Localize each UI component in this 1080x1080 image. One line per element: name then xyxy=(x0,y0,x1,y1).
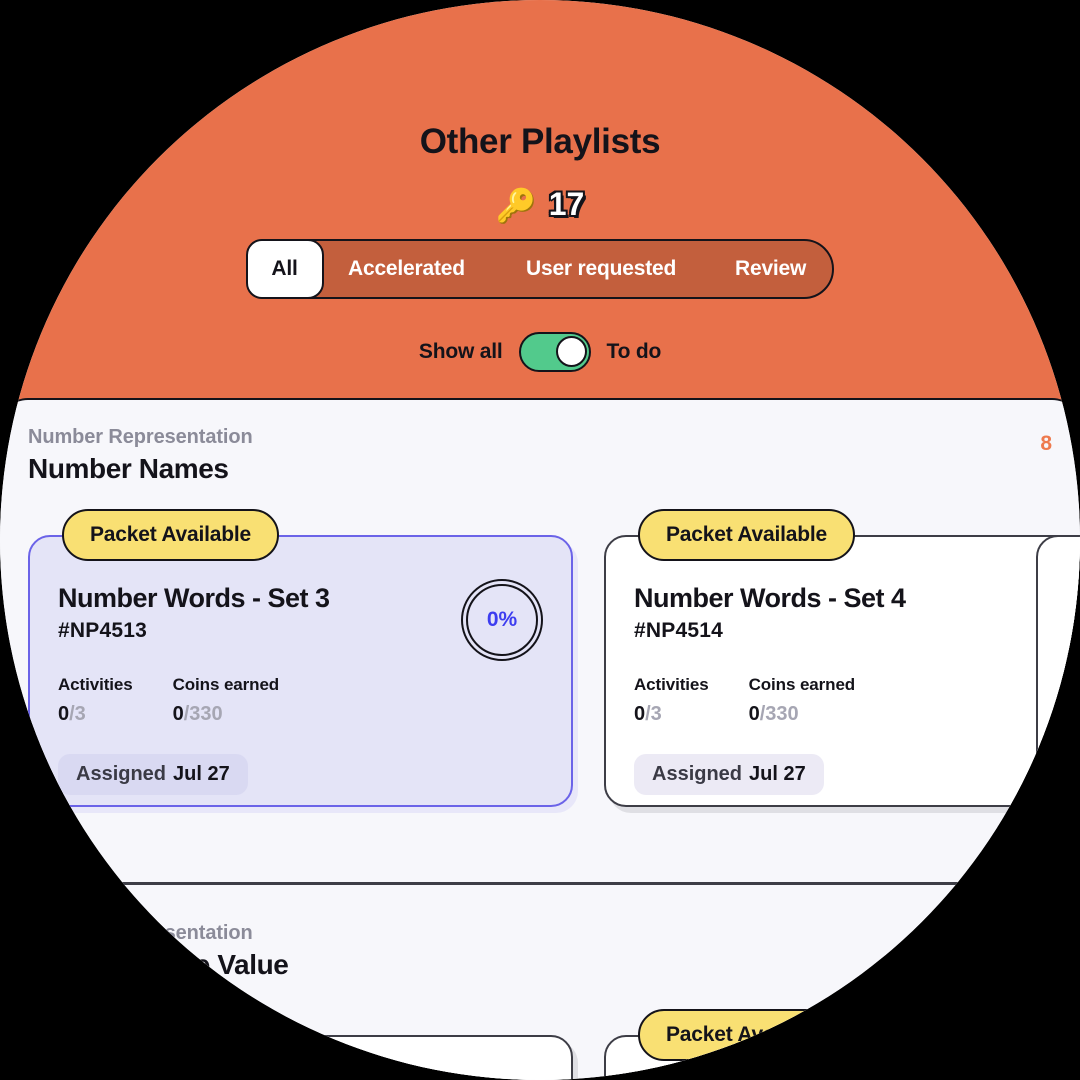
stat-value: 0/3 xyxy=(58,703,133,726)
packet-available-badge: Packet Available xyxy=(638,1009,856,1061)
toggle-label-to-do: To do xyxy=(606,340,662,363)
stat-total: /330 xyxy=(183,703,223,725)
playlist-card-offscreen[interactable] xyxy=(1036,535,1080,807)
page-title: Other Playlists xyxy=(419,122,661,161)
stat-current: 0 xyxy=(172,703,184,725)
stat-value: 0/330 xyxy=(749,703,856,726)
show-all-todo-toggle[interactable] xyxy=(518,332,591,372)
stat-total: /330 xyxy=(759,703,799,725)
tab-all[interactable]: All xyxy=(245,238,324,299)
stat-coins: Coins earned 0/330 xyxy=(749,675,856,726)
tab-user-requested[interactable]: User requested xyxy=(526,257,676,281)
stat-coins: Coins earned 0/330 xyxy=(173,675,280,726)
playlist-sheet: Number Representation Number Names 8 Pac… xyxy=(0,398,1080,1080)
key-count-row: 🔑 17 xyxy=(0,186,1080,223)
group-count-badge: 8 xyxy=(1040,432,1052,455)
stat-total: /3 xyxy=(645,703,662,725)
stat-activities: Activities 0/3 xyxy=(58,675,133,726)
card-stats: Activities 0/3 Coins earned 0/330 xyxy=(58,675,543,726)
screenshot-stage: Other Playlists 🔑 17 All Accelerated Use… xyxy=(0,0,1080,1080)
stat-current: 0 xyxy=(58,703,70,725)
playlist-card[interactable] xyxy=(28,1035,573,1080)
playlist-group-number-names: Number Representation Number Names 8 Pac… xyxy=(0,400,1080,807)
card-title: Number Words - Set 4 xyxy=(634,583,906,613)
assigned-label: Assigned xyxy=(76,763,167,785)
stat-value: 0/330 xyxy=(173,703,280,726)
stat-label: Coins earned xyxy=(172,675,280,694)
group-subtitle: Number Representation xyxy=(28,426,253,448)
key-count-value: 17 xyxy=(548,186,585,222)
playlist-card[interactable]: Packet Available Number Words - Set 4 #N… xyxy=(604,509,1080,807)
stat-label: Coins earned xyxy=(748,675,856,694)
group-title: Number Place Value xyxy=(28,949,289,980)
progress-ring: 0% xyxy=(461,579,543,661)
card-body: Number Words - Set 3 #NP4513 0% Activiti… xyxy=(30,537,571,795)
group-header: Number Representation Number Place Value xyxy=(0,886,1080,981)
toggle-label-show-all: Show all xyxy=(418,340,503,363)
tab-review[interactable]: Review xyxy=(735,257,806,281)
playlist-card-carousel[interactable]: Packet Available xyxy=(0,1007,1080,1080)
playlist-card-carousel[interactable]: Packet Available Number Words - Set 3 #N… xyxy=(0,507,1080,807)
stat-current: 0 xyxy=(748,703,760,725)
show-all-todo-toggle-row: Show all To do xyxy=(0,332,1080,372)
packet-available-badge: Packet Available xyxy=(62,509,280,561)
card-body: Number Words - Set 4 #NP4514 0% Activiti… xyxy=(606,537,1080,795)
stat-activities: Activities 0/3 xyxy=(634,675,709,726)
stat-total: /3 xyxy=(69,703,86,725)
packet-available-badge: Packet Available xyxy=(638,509,856,561)
stat-label: Activities xyxy=(58,675,133,694)
group-title: Number Names xyxy=(28,453,229,484)
assigned-chip: Assigned Jul 27 xyxy=(634,754,824,795)
card-stats: Activities 0/3 Coins earned 0/330 xyxy=(634,675,1080,726)
assigned-date: Jul 27 xyxy=(749,763,806,785)
page-header: Other Playlists 🔑 17 All Accelerated Use… xyxy=(0,0,1080,404)
group-subtitle: Number Representation xyxy=(28,922,253,944)
progress-percent: 0% xyxy=(486,608,518,631)
toggle-knob xyxy=(555,336,587,367)
filter-tabbar[interactable]: All Accelerated User requested Review xyxy=(245,238,834,299)
playlist-card[interactable]: Packet Available Number Words - Set 3 #N… xyxy=(28,509,573,807)
group-divider xyxy=(0,882,1080,885)
playlist-group-number-place-value: Number Representation Number Place Value… xyxy=(0,886,1080,1080)
assigned-chip: Assigned Jul 27 xyxy=(58,754,248,795)
stat-label: Activities xyxy=(634,675,709,694)
stat-value: 0/3 xyxy=(634,703,709,726)
circular-viewport: Other Playlists 🔑 17 All Accelerated Use… xyxy=(0,0,1080,1080)
stat-current: 0 xyxy=(634,703,646,725)
chevron-right-icon xyxy=(1019,1068,1027,1080)
assigned-label: Assigned xyxy=(652,763,743,785)
key-icon: 🔑 xyxy=(495,187,537,224)
tab-accelerated[interactable]: Accelerated xyxy=(348,257,465,281)
card-code: #NP4514 xyxy=(634,619,723,642)
group-header: Number Representation Number Names 8 xyxy=(0,400,1080,485)
assigned-date: Jul 27 xyxy=(173,763,230,785)
